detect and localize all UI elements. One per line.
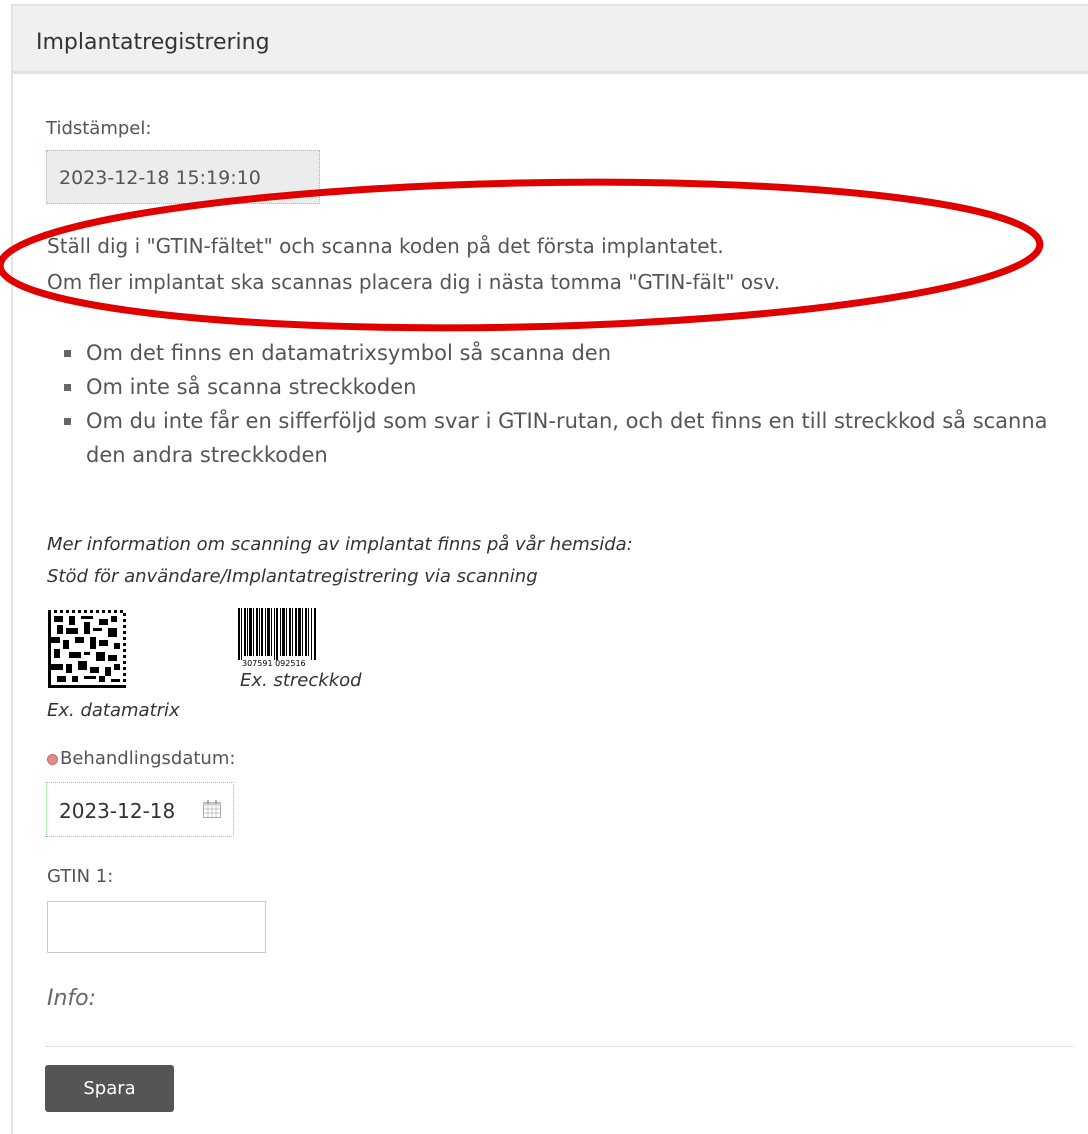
required-dot-icon [47,754,58,765]
gtin-1-label: GTIN 1: [47,866,114,887]
panel-header: Implantatregistrering [13,6,1088,74]
list-item: Om du inte får en sifferföljd som svar i… [62,404,1062,472]
datamatrix-caption: Ex. datamatrix [47,700,180,721]
more-info-text: Mer information om scanning av implantat… [47,534,633,555]
treatment-date-label: Behandlingsdatum: [60,748,236,769]
list-item: Om det finns en datamatrixsymbol så scan… [62,336,1062,370]
help-page-link[interactable]: Stöd för användare/Implantatregistrering… [47,566,538,587]
list-item: Om inte så scanna streckkoden [62,370,1062,404]
form-divider [46,1046,1074,1047]
timestamp-value: 2023-12-18 15:19:10 [59,167,261,189]
save-button[interactable]: Spara [45,1065,174,1112]
instruction-line-1: Ställ dig i "GTIN-fältet" och scanna kod… [47,234,724,258]
panel-title: Implantatregistrering [36,30,270,55]
barcode-digits: 307591 092516 [242,659,306,668]
gtin-1-input[interactable] [47,901,266,953]
treatment-date-field[interactable]: 2023-12-18 [46,782,234,837]
calendar-icon[interactable] [202,799,222,819]
barcode-example-image: 307591 092516 [238,608,316,668]
timestamp-label: Tidstämpel: [46,118,152,139]
info-label: Info: [47,986,97,1011]
barcode-caption: Ex. streckkod [240,670,362,691]
instruction-line-2: Om fler implantat ska scannas placera di… [47,270,781,294]
scan-tips-list: Om det finns en datamatrixsymbol så scan… [62,336,1062,472]
datamatrix-example-image [48,610,126,688]
treatment-date-value: 2023-12-18 [59,799,176,823]
timestamp-field: 2023-12-18 15:19:10 [46,150,320,204]
